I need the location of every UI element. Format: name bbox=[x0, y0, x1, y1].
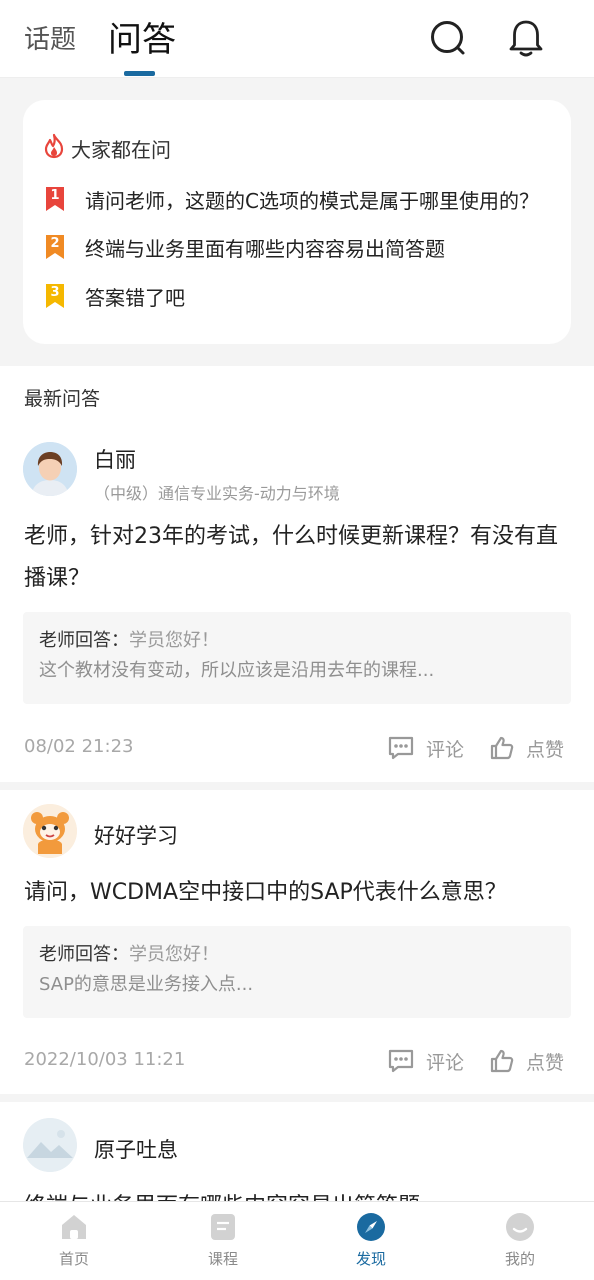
answer-text: 这个教材没有变动，所以应该是沿用去年的课程... bbox=[39, 660, 435, 681]
like-label: 点赞 bbox=[526, 1051, 565, 1074]
home-icon bbox=[62, 1215, 86, 1239]
nav-home[interactable]: 首页 bbox=[34, 1212, 114, 1276]
answer-label: 老师回答： bbox=[39, 944, 129, 965]
avatar[interactable] bbox=[23, 442, 77, 496]
question-text[interactable]: 老师，针对23年的考试，什么时候更新课程？有没有直播课？ bbox=[24, 516, 564, 600]
flame-icon bbox=[43, 133, 65, 163]
post-time: 08/02 21:23 bbox=[24, 736, 134, 757]
latest-qa-section: 最新问答 白丽 （中级）通信专业实务-动力与环境 老师，针对23年的考试，什么时… bbox=[0, 366, 594, 782]
like-button[interactable]: 点赞 bbox=[490, 1046, 564, 1076]
course-icon bbox=[211, 1214, 235, 1240]
avatar[interactable] bbox=[23, 804, 77, 858]
answer-greeting: 学员您好！ bbox=[129, 630, 219, 651]
hot-item[interactable]: 1 请问老师，这题的C选项的模式是属于哪里使用的？ bbox=[45, 184, 539, 214]
rank-number: 2 bbox=[50, 236, 60, 251]
rank-badge-icon: 1 bbox=[45, 187, 65, 211]
nav-label: 我的 bbox=[504, 1250, 535, 1268]
nav-label: 发现 bbox=[355, 1250, 386, 1268]
username: 原子吐息 bbox=[94, 1138, 178, 1162]
teacher-answer[interactable]: 老师回答：学员您好！ SAP的意思是业务接入点... bbox=[23, 926, 571, 1018]
hot-item-text: 终端与业务里面有哪些内容容易出简答题 bbox=[85, 236, 445, 261]
username: 好好学习 bbox=[94, 824, 178, 848]
rank-badge-icon: 2 bbox=[45, 235, 65, 259]
like-button[interactable]: 点赞 bbox=[490, 733, 564, 763]
compass-icon bbox=[357, 1213, 385, 1241]
bell-icon[interactable] bbox=[506, 18, 546, 58]
avatar[interactable] bbox=[23, 1118, 77, 1172]
qa-post: 原子吐息 终端与业务里面有哪些内容容易出简答题 bbox=[0, 1102, 594, 1201]
answer-text: SAP的意思是业务接入点... bbox=[39, 974, 254, 995]
answer-label: 老师回答： bbox=[39, 630, 129, 651]
thumbs-up-icon bbox=[490, 736, 514, 760]
teacher-answer[interactable]: 老师回答：学员您好！ 这个教材没有变动，所以应该是沿用去年的课程... bbox=[23, 612, 571, 704]
bottom-nav: 首页 课程 发现 我的 bbox=[0, 1201, 594, 1280]
rank-badge-icon: 3 bbox=[45, 284, 65, 308]
answer-greeting: 学员您好！ bbox=[129, 944, 219, 965]
question-text[interactable]: 请问，WCDMA空中接口中的SAP代表什么意思？ bbox=[24, 872, 564, 914]
nav-label: 课程 bbox=[207, 1250, 238, 1268]
question-text[interactable]: 终端与业务里面有哪些内容容易出简答题 bbox=[24, 1186, 564, 1201]
nav-course[interactable]: 课程 bbox=[183, 1212, 263, 1276]
hot-item-text: 答案错了吧 bbox=[85, 285, 185, 310]
nav-discover[interactable]: 发现 bbox=[331, 1212, 411, 1276]
tab-qa[interactable]: 问答 bbox=[108, 20, 176, 60]
hot-title: 大家都在问 bbox=[71, 137, 171, 162]
search-icon[interactable] bbox=[428, 18, 468, 58]
rank-number: 1 bbox=[50, 188, 60, 203]
username: 白丽 bbox=[94, 448, 136, 472]
rank-number: 3 bbox=[50, 285, 60, 300]
answer-header: 老师回答：学员您好！ bbox=[39, 626, 555, 656]
hot-item-text: 请问老师，这题的C选项的模式是属于哪里使用的？ bbox=[85, 188, 539, 213]
active-tab-indicator bbox=[124, 71, 155, 76]
like-label: 点赞 bbox=[526, 738, 565, 761]
comment-icon bbox=[388, 1049, 414, 1073]
nav-label: 首页 bbox=[58, 1250, 89, 1268]
qa-post: 好好学习 请问，WCDMA空中接口中的SAP代表什么意思？ 老师回答：学员您好！… bbox=[0, 790, 594, 1094]
comment-icon bbox=[388, 736, 414, 760]
post-time: 2022/10/03 11:21 bbox=[24, 1049, 186, 1070]
section-title: 最新问答 bbox=[24, 388, 101, 410]
hot-title-row: 大家都在问 bbox=[43, 133, 171, 163]
top-header: 话题 问答 bbox=[0, 0, 594, 78]
course-subject: （中级）通信专业实务-动力与环境 bbox=[94, 484, 340, 503]
hot-item[interactable]: 3 答案错了吧 bbox=[45, 281, 185, 311]
comment-button[interactable]: 评论 bbox=[388, 733, 464, 763]
nav-mine[interactable]: 我的 bbox=[480, 1212, 560, 1276]
comment-label: 评论 bbox=[426, 1051, 465, 1074]
comment-label: 评论 bbox=[426, 738, 465, 761]
smile-icon bbox=[506, 1213, 534, 1241]
hot-item[interactable]: 2 终端与业务里面有哪些内容容易出简答题 bbox=[45, 232, 445, 262]
thumbs-up-icon bbox=[490, 1049, 514, 1073]
tab-topic[interactable]: 话题 bbox=[24, 24, 76, 56]
comment-button[interactable]: 评论 bbox=[388, 1046, 464, 1076]
hot-questions-card: 大家都在问 1 请问老师，这题的C选项的模式是属于哪里使用的？ 2 终端与业务里… bbox=[23, 100, 571, 344]
answer-header: 老师回答：学员您好！ bbox=[39, 940, 555, 970]
